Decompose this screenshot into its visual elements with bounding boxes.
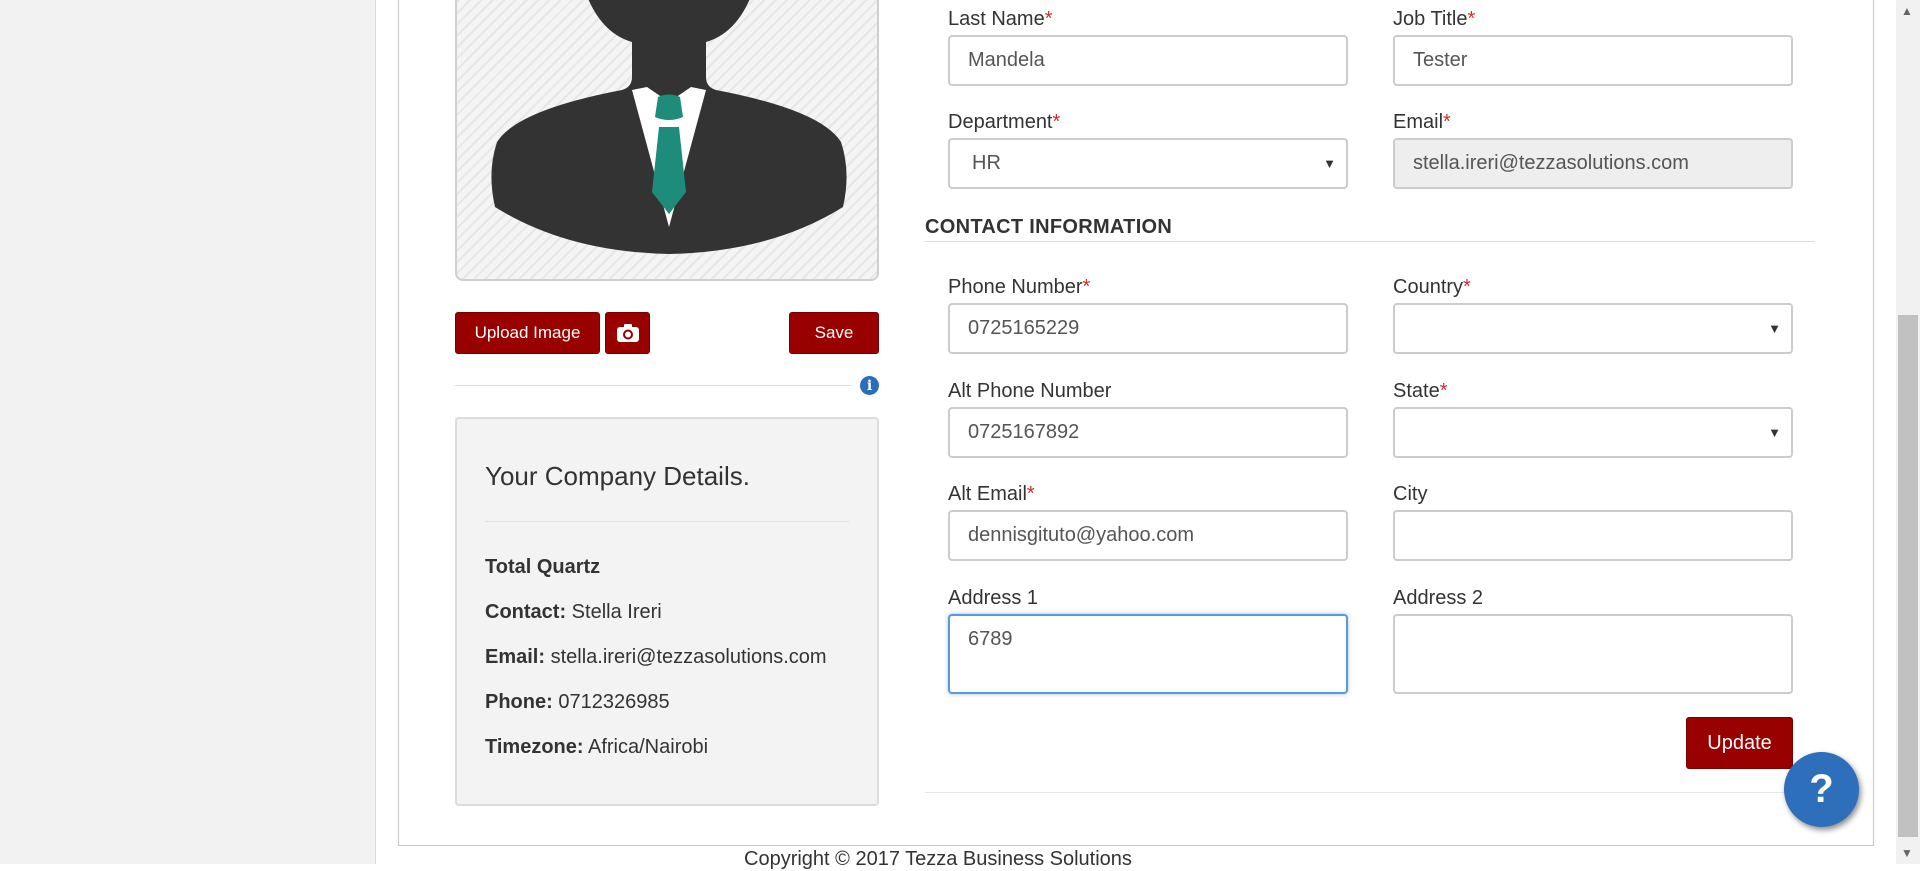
scroll-up-arrow-icon[interactable]: ▲: [1901, 4, 1913, 18]
scrollbar-thumb[interactable]: [1898, 315, 1918, 837]
company-email: Email: stella.ireri@tezzasolutions.com: [485, 646, 827, 668]
address2-textarea[interactable]: [1393, 614, 1793, 694]
alt-email-input[interactable]: [948, 510, 1348, 561]
company-phone: Phone: 0712326985: [485, 691, 670, 713]
department-select[interactable]: HR ▼: [948, 138, 1348, 189]
footer-copyright: Copyright © 2017 Tezza Business Solution…: [744, 848, 1132, 870]
alt-phone-label: Alt Phone Number: [948, 380, 1112, 402]
update-button[interactable]: Update: [1686, 717, 1793, 769]
company-contact: Contact: Stella Ireri: [485, 601, 662, 623]
department-label: Department*: [948, 111, 1061, 133]
company-details-panel: Your Company Details. Total Quartz Conta…: [455, 417, 879, 806]
country-select[interactable]: ▼: [1393, 303, 1793, 354]
profile-divider: [455, 385, 851, 386]
job-title-input[interactable]: [1393, 35, 1793, 86]
profile-avatar: [455, 0, 879, 281]
info-icon[interactable]: i: [860, 376, 879, 395]
email-input: [1393, 138, 1793, 189]
address1-label: Address 1: [948, 587, 1039, 609]
last-name-input[interactable]: [948, 35, 1348, 86]
last-name-label: Last Name*: [948, 8, 1053, 30]
address1-textarea[interactable]: 6789: [948, 614, 1348, 694]
section-divider: [925, 241, 1815, 242]
email-label: Email*: [1393, 111, 1451, 133]
alt-email-label: Alt Email*: [948, 483, 1035, 505]
company-timezone: Timezone: Africa/Nairobi: [485, 736, 709, 758]
company-details-heading: Your Company Details.: [485, 461, 750, 491]
chevron-down-icon: ▼: [1768, 321, 1781, 336]
alt-phone-input[interactable]: [948, 407, 1348, 458]
camera-button[interactable]: [605, 312, 650, 354]
save-image-button[interactable]: Save: [789, 312, 879, 354]
form-bottom-divider: [925, 792, 1815, 793]
address2-label: Address 2: [1393, 587, 1484, 609]
person-silhouette-icon: [491, 0, 847, 254]
phone-number-label: Phone Number*: [948, 276, 1091, 298]
camera-icon: [616, 324, 639, 342]
scroll-down-arrow-icon[interactable]: ▼: [1901, 846, 1913, 860]
city-input[interactable]: [1393, 510, 1793, 561]
company-name: Total Quartz: [485, 556, 601, 578]
chevron-down-icon: ▼: [1768, 425, 1781, 440]
state-label: State*: [1393, 380, 1448, 402]
company-divider: [485, 521, 849, 522]
phone-number-input[interactable]: [948, 303, 1348, 354]
help-button[interactable]: ?: [1784, 752, 1859, 827]
contact-information-heading: CONTACT INFORMATION: [925, 216, 1173, 238]
job-title-label: Job Title*: [1393, 8, 1476, 30]
chevron-down-icon: ▼: [1323, 156, 1336, 171]
upload-image-button[interactable]: Upload Image: [455, 312, 600, 354]
left-sidebar-area: [0, 0, 376, 864]
country-label: Country*: [1393, 276, 1471, 298]
city-label: City: [1393, 483, 1428, 505]
page-scrollbar[interactable]: ▲ ▼: [1896, 0, 1920, 864]
state-select[interactable]: ▼: [1393, 407, 1793, 458]
